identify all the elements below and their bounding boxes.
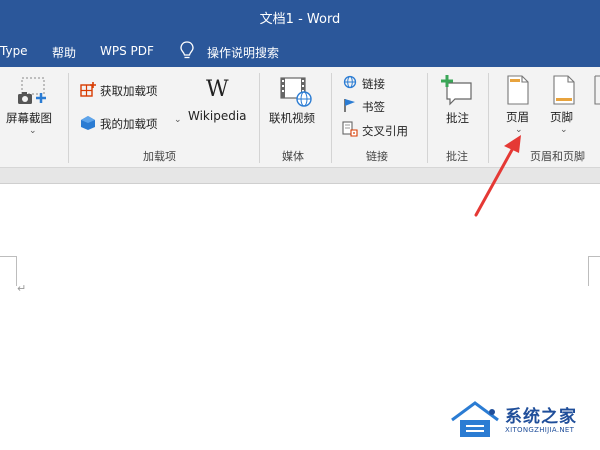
get-addins-label: 获取加载项	[100, 84, 158, 98]
link-icon	[343, 75, 357, 89]
my-addins-icon	[81, 116, 95, 130]
ribbon: 屏幕截图 ⌄ 获取加载项 我的加载项 ⌄ W Wikipedia 加载项 联机视…	[0, 67, 600, 168]
chevron-down-icon: ⌄	[29, 126, 37, 136]
tab-type[interactable]: Type	[0, 44, 28, 58]
wikipedia-icon: W	[206, 77, 229, 102]
watermark-title: 系统之家	[505, 407, 577, 427]
margin-corner-mark	[589, 256, 600, 257]
group-label-links: 链接	[366, 150, 388, 163]
tab-wps-pdf[interactable]: WPS PDF	[100, 44, 154, 58]
online-video-icon	[280, 77, 312, 107]
cross-reference-label: 交叉引用	[362, 124, 408, 138]
separator	[68, 73, 69, 163]
watermark-subtitle: XITONGZHIJIA.NET	[505, 426, 575, 434]
watermark: 系统之家 XITONGZHIJIA.NET	[448, 396, 600, 446]
title-bar: 文档1 - Word	[0, 0, 600, 35]
menu-bar: Type 帮助 WPS PDF 操作说明搜索	[0, 35, 600, 67]
chevron-down-icon: ⌄	[515, 125, 523, 135]
house-logo-icon	[451, 401, 499, 437]
bookmark-label: 书签	[362, 100, 385, 114]
my-addins-label: 我的加载项	[100, 117, 158, 131]
separator	[331, 73, 332, 163]
link-label: 链接	[362, 77, 385, 91]
footer-label: 页脚	[550, 110, 573, 124]
window-title: 文档1 - Word	[259, 12, 341, 27]
ruler-strip	[0, 168, 600, 184]
comment-label: 批注	[446, 111, 469, 125]
footer-icon	[553, 75, 575, 105]
group-label-media: 媒体	[282, 150, 304, 163]
header-icon	[507, 75, 529, 105]
tab-help[interactable]: 帮助	[52, 44, 76, 61]
cross-reference-icon	[342, 121, 358, 137]
tell-me-search[interactable]: 操作说明搜索	[207, 44, 279, 61]
header-label: 页眉	[506, 110, 529, 124]
separator	[259, 73, 260, 163]
page-number-icon[interactable]	[594, 75, 600, 105]
group-label-comments: 批注	[446, 150, 468, 163]
screenshot-label: 屏幕截图	[6, 111, 52, 125]
online-video-label: 联机视频	[269, 111, 315, 125]
separator	[427, 73, 428, 163]
bookmark-flag-icon	[344, 99, 355, 112]
lightbulb-icon[interactable]	[180, 41, 194, 61]
separator	[488, 73, 489, 163]
screenshot-icon	[18, 77, 46, 104]
new-comment-icon	[441, 75, 472, 106]
wikipedia-label: Wikipedia	[188, 109, 247, 123]
chevron-down-icon: ⌄	[560, 125, 568, 135]
store-plus-icon	[80, 82, 96, 97]
paragraph-mark-icon: ↵	[17, 282, 27, 295]
group-label-header-footer: 页眉和页脚	[530, 150, 585, 163]
chevron-down-icon: ⌄	[174, 115, 182, 125]
margin-corner-mark	[588, 256, 589, 286]
group-label-addins: 加载项	[143, 150, 176, 163]
margin-corner-mark	[0, 256, 16, 257]
